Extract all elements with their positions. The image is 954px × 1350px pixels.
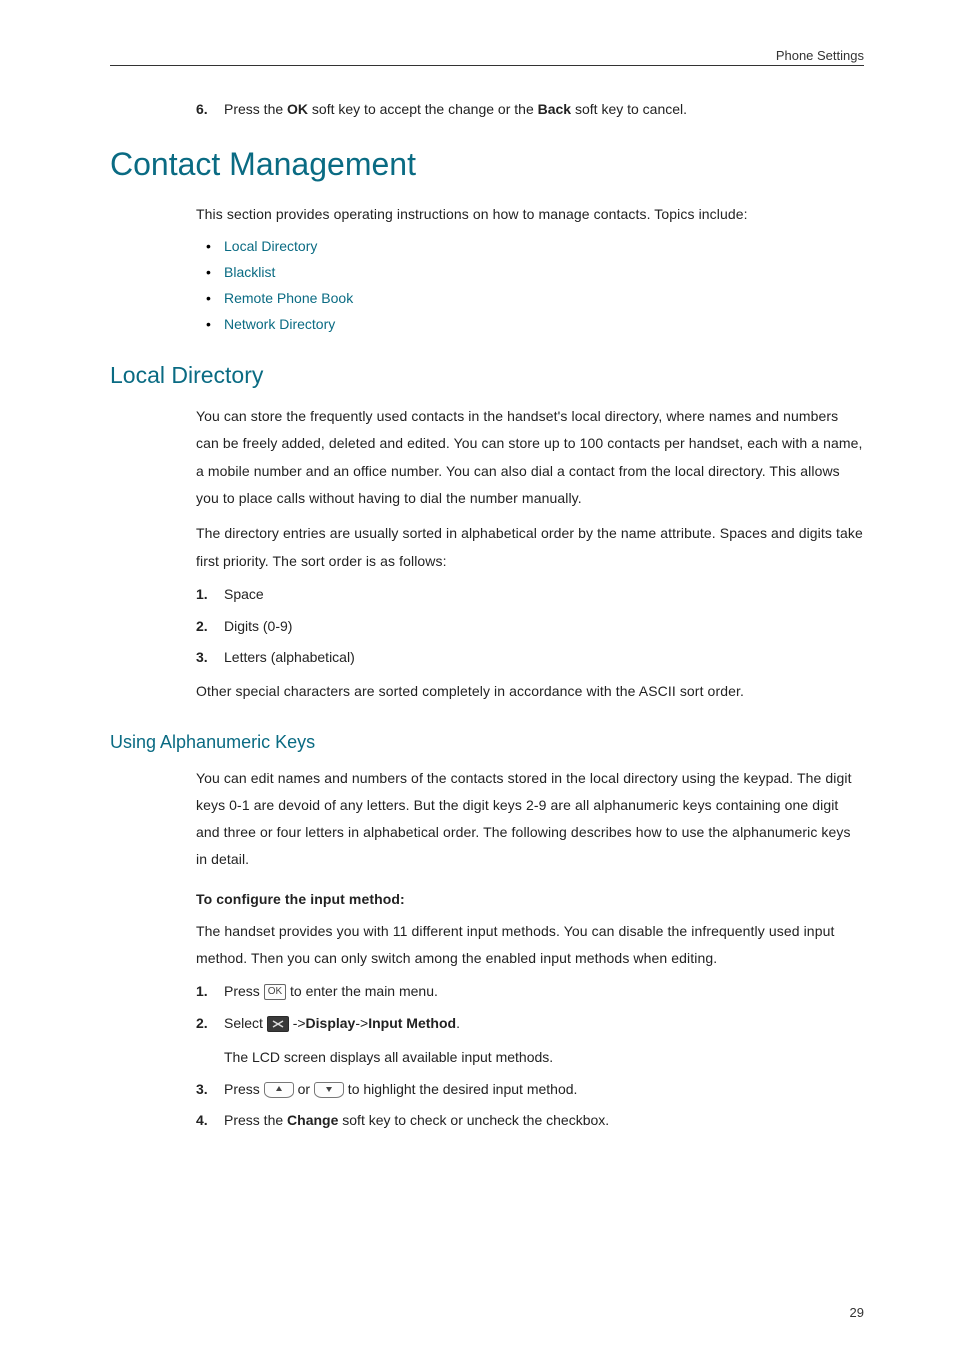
step3-text-b: to highlight the desired input method. — [344, 1081, 578, 1097]
input-method-label: Input Method — [368, 1015, 456, 1031]
dot: . — [456, 1015, 460, 1031]
topic-link-list: Local Directory Blacklist Remote Phone B… — [196, 238, 864, 332]
ak-para1: You can edit names and numbers of the co… — [196, 765, 864, 874]
arrow2: -> — [355, 1015, 368, 1031]
step6-text-a: Press the — [224, 101, 287, 117]
step4-text-a: Press the — [224, 1112, 287, 1128]
step4-text-b: soft key to check or uncheck the checkbo… — [338, 1112, 609, 1128]
num: 2. — [196, 615, 208, 639]
link-remote-phone-book[interactable]: Remote Phone Book — [224, 290, 353, 306]
step-number: 6. — [196, 98, 208, 122]
step-4: 4. Press the Change soft key to check or… — [196, 1109, 864, 1133]
list-item: 2. Digits (0-9) — [196, 615, 864, 639]
num: 3. — [196, 646, 208, 670]
link-blacklist[interactable]: Blacklist — [224, 264, 275, 280]
step-2: 2. Select ->Display->Input Method. The L… — [196, 1012, 864, 1070]
step3-mid: or — [294, 1081, 314, 1097]
step-number: 3. — [196, 1078, 208, 1102]
sort-order-list: 1. Space 2. Digits (0-9) 3. Letters (alphab… — [196, 583, 864, 670]
step2-subtext: The LCD screen displays all available in… — [224, 1046, 864, 1070]
sort-item-label: Digits (0-9) — [224, 618, 292, 634]
down-key-icon — [314, 1082, 344, 1098]
num: 1. — [196, 583, 208, 607]
step-number: 4. — [196, 1109, 208, 1133]
ok-key-icon: OK — [264, 984, 286, 1000]
step3-text-a: Press — [224, 1081, 264, 1097]
list-item: 3. Letters (alphabetical) — [196, 646, 864, 670]
page: Phone Settings 6. Press the OK soft key … — [0, 0, 954, 1350]
alphanumeric-body: You can edit names and numbers of the co… — [196, 765, 864, 1134]
step2-text-a: Select — [224, 1015, 267, 1031]
display-label: Display — [306, 1015, 356, 1031]
step1-text-a: Press — [224, 983, 264, 999]
ld-para3: Other special characters are sorted comp… — [196, 678, 864, 705]
configure-input-method-heading: To configure the input method: — [196, 888, 864, 912]
change-key-label: Change — [287, 1112, 338, 1128]
back-key-label: Back — [538, 101, 571, 117]
ok-key-label: OK — [287, 101, 308, 117]
sort-item-label: Letters (alphabetical) — [224, 649, 355, 665]
list-item: Local Directory — [196, 238, 864, 254]
list-item: 1. Space — [196, 583, 864, 607]
contact-management-body: This section provides operating instruct… — [196, 201, 864, 332]
link-network-directory[interactable]: Network Directory — [224, 316, 335, 332]
sort-item-label: Space — [224, 586, 264, 602]
link-local-directory[interactable]: Local Directory — [224, 238, 317, 254]
list-item: Blacklist — [196, 264, 864, 280]
step1-text-b: to enter the main menu. — [286, 983, 438, 999]
list-item: Remote Phone Book — [196, 290, 864, 306]
local-directory-body: You can store the frequently used contac… — [196, 403, 864, 705]
heading-contact-management: Contact Management — [110, 146, 864, 183]
arrow1: -> — [289, 1015, 306, 1031]
header-section-label: Phone Settings — [776, 48, 864, 63]
ak-para2: The handset provides you with 11 differe… — [196, 918, 864, 973]
step-6: 6. Press the OK soft key to accept the c… — [196, 98, 864, 122]
ld-para2: The directory entries are usually sorted… — [196, 520, 864, 575]
up-key-icon — [264, 1082, 294, 1098]
input-method-steps: 1. Press OK to enter the main menu. 2. S… — [196, 980, 864, 1133]
step-1: 1. Press OK to enter the main menu. — [196, 980, 864, 1004]
list-item: Network Directory — [196, 316, 864, 332]
step-number: 1. — [196, 980, 208, 1004]
step6-text-c: soft key to cancel. — [571, 101, 687, 117]
page-header: Phone Settings — [110, 48, 864, 66]
page-number: 29 — [850, 1305, 864, 1320]
step-3: 3. Press or to highlight the desired inp… — [196, 1078, 864, 1102]
ld-para1: You can store the frequently used contac… — [196, 403, 864, 512]
heading-local-directory: Local Directory — [110, 362, 864, 389]
intro-text: This section provides operating instruct… — [196, 201, 864, 228]
step6-text-b: soft key to accept the change or the — [308, 101, 538, 117]
settings-icon — [267, 1016, 289, 1032]
step6-block: 6. Press the OK soft key to accept the c… — [196, 98, 864, 122]
step-number: 2. — [196, 1012, 208, 1036]
heading-alphanumeric-keys: Using Alphanumeric Keys — [110, 732, 864, 753]
